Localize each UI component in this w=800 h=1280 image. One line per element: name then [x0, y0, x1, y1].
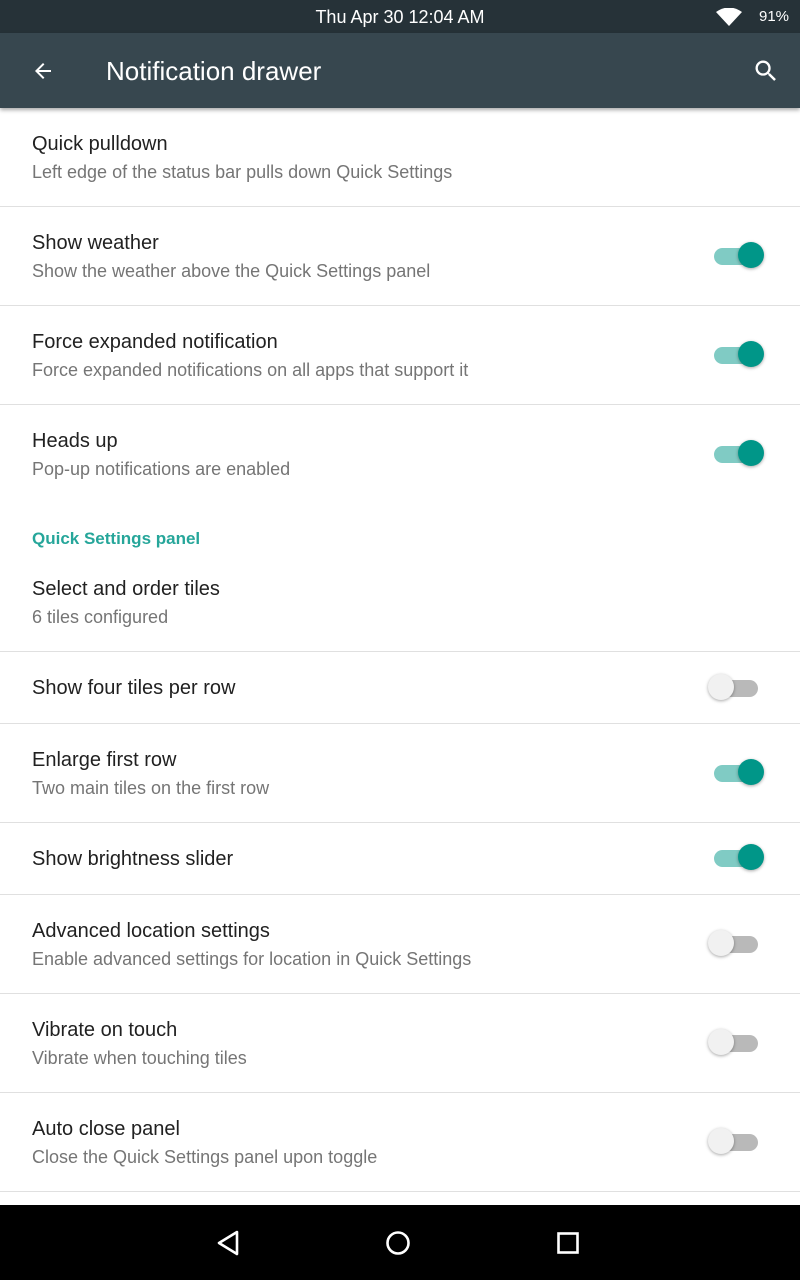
pref-select-order-tiles[interactable]: Select and order tiles 6 tiles configure… [0, 554, 800, 652]
show-four-tiles-switch[interactable] [708, 673, 768, 703]
show-brightness-slider-switch[interactable] [708, 843, 768, 873]
nav-recents-icon [557, 1232, 579, 1254]
pref-advanced-location[interactable]: Advanced location settings Enable advanc… [0, 895, 800, 994]
pref-enlarge-first-row[interactable]: Enlarge first row Two main tiles on the … [0, 724, 800, 823]
pref-title: Enlarge first row [32, 749, 177, 771]
pref-title: Force expanded notification [32, 331, 278, 353]
pref-title: Show weather [32, 232, 159, 254]
section-header-quick-settings: Quick Settings panel [32, 529, 201, 548]
wifi-icon [716, 8, 742, 26]
battery-percentage: 91% [759, 8, 790, 25]
pref-summary: Enable advanced settings for location in… [32, 949, 472, 969]
auto-close-panel-switch[interactable] [708, 1127, 768, 1157]
pref-show-four-tiles[interactable]: Show four tiles per row [0, 652, 800, 724]
back-button[interactable] [20, 52, 66, 90]
pref-title: Advanced location settings [32, 920, 270, 942]
settings-list: Quick pulldown Left edge of the status b… [0, 108, 800, 1205]
force-expanded-notification-switch[interactable] [708, 340, 768, 370]
pref-quick-pulldown[interactable]: Quick pulldown Left edge of the status b… [0, 108, 800, 207]
pref-summary: Pop-up notifications are enabled [32, 459, 291, 479]
search-button[interactable] [744, 51, 788, 91]
pref-show-brightness-slider[interactable]: Show brightness slider [0, 823, 800, 895]
pref-summary: Show the weather above the Quick Setting… [32, 261, 431, 281]
page-title: Notification drawer [106, 56, 322, 86]
pref-summary: Close the Quick Settings panel upon togg… [32, 1147, 378, 1167]
heads-up-switch[interactable] [708, 439, 768, 469]
app-bar: Notification drawer [0, 33, 800, 108]
pref-title: Quick pulldown [32, 133, 168, 155]
pref-summary: 6 tiles configured [32, 607, 169, 627]
pref-show-weather[interactable]: Show weather Show the weather above the … [0, 207, 800, 306]
pref-title: Vibrate on touch [32, 1019, 178, 1041]
nav-recents-button[interactable] [548, 1223, 588, 1263]
advanced-location-switch[interactable] [708, 929, 768, 959]
search-icon [755, 60, 776, 81]
arrow-back-icon [35, 63, 51, 79]
show-weather-switch[interactable] [708, 241, 768, 271]
pref-title: Select and order tiles [32, 578, 220, 600]
nav-home-button[interactable] [378, 1223, 418, 1263]
enlarge-first-row-switch[interactable] [708, 758, 768, 788]
status-bar: Thu Apr 30 12:04 AM 91% [0, 0, 800, 33]
pref-force-expanded-notification[interactable]: Force expanded notification Force expand… [0, 306, 800, 405]
pref-title: Show brightness slider [32, 848, 234, 870]
pref-vibrate-on-touch[interactable]: Vibrate on touch Vibrate when touching t… [0, 994, 800, 1093]
pref-title: Auto close panel [32, 1118, 180, 1140]
nav-back-icon [217, 1230, 239, 1256]
pref-summary: Left edge of the status bar pulls down Q… [32, 162, 453, 182]
pref-auto-close-panel[interactable]: Auto close panel Close the Quick Setting… [0, 1093, 800, 1192]
nav-back-button[interactable] [208, 1223, 248, 1263]
nav-home-icon [386, 1231, 410, 1255]
pref-title: Show four tiles per row [32, 677, 236, 699]
status-time: Thu Apr 30 12:04 AM [315, 7, 485, 27]
vibrate-on-touch-switch[interactable] [708, 1028, 768, 1058]
pref-heads-up[interactable]: Heads up Pop-up notifications are enable… [0, 405, 800, 504]
pref-summary: Two main tiles on the first row [32, 778, 270, 798]
pref-summary: Force expanded notifications on all apps… [32, 360, 469, 380]
pref-title: Heads up [32, 430, 118, 452]
navigation-bar [0, 1205, 800, 1280]
pref-summary: Vibrate when touching tiles [32, 1048, 247, 1068]
